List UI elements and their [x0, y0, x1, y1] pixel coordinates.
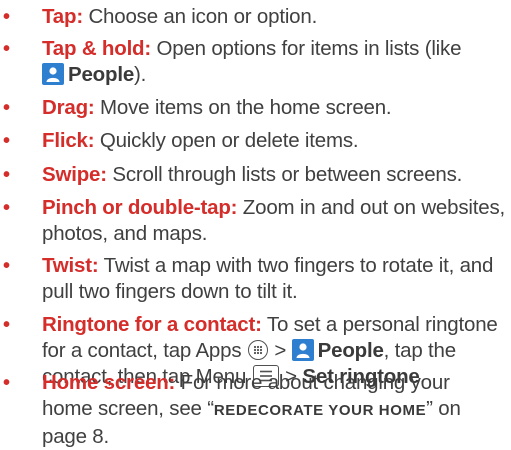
bullet: • — [3, 255, 10, 277]
item-content: Twist: Twist a map with two fingers to r… — [42, 253, 505, 305]
bullet: • — [3, 6, 10, 28]
term-label: Drag: — [42, 96, 95, 119]
item-description: Move items on the home screen. — [94, 96, 392, 119]
item-description-end: ). — [134, 63, 147, 86]
list-item-tap-and-hold: • Tap & hold: Open options for items in … — [0, 36, 505, 88]
people-app-label: People — [68, 63, 135, 86]
list-item-tap: • Tap: Choose an icon or option. — [0, 4, 505, 30]
item-content: Drag: Move items on the home screen. — [42, 95, 505, 121]
term-label: Swipe: — [42, 163, 107, 186]
bullet: • — [3, 164, 10, 186]
item-content: Tap & hold: Open options for items in li… — [42, 36, 505, 88]
term-label: Ringtone for a contact: — [42, 313, 262, 336]
people-app-label: People — [317, 339, 384, 362]
item-content: Tap: Choose an icon or option. — [42, 4, 505, 30]
bullet: • — [3, 197, 10, 219]
section-reference: REDECORATE YOUR HOME — [213, 402, 427, 419]
term-label: Flick: — [42, 129, 95, 152]
item-content: Home screen: For more about changing you… — [42, 370, 505, 450]
apps-icon — [247, 340, 268, 360]
list-item-twist: • Twist: Twist a map with two fingers to… — [0, 253, 505, 305]
term-label: Tap: — [42, 5, 83, 28]
item-content: Flick: Quickly open or delete items. — [42, 128, 505, 154]
item-description: Scroll through lists or between screens. — [106, 163, 463, 186]
item-content: Pinch or double-tap: Zoom in and out on … — [42, 195, 505, 247]
bullet: • — [3, 97, 10, 119]
item-description: Quickly open or delete items. — [94, 129, 359, 152]
list-item-pinch: • Pinch or double-tap: Zoom in and out o… — [0, 195, 505, 247]
bullet: • — [3, 38, 10, 60]
item-description: Twist a map with two fingers to rotate i… — [42, 254, 494, 303]
bullet: • — [3, 130, 10, 152]
people-app-icon — [291, 339, 314, 361]
item-description: Choose an icon or option. — [82, 5, 318, 28]
term-label: Tap & hold: — [42, 37, 152, 60]
list-item-home-screen: • Home screen: For more about changing y… — [0, 370, 505, 450]
term-label: Pinch or double-tap: — [42, 196, 238, 219]
list-item-drag: • Drag: Move items on the home screen. — [0, 95, 505, 121]
bullet: • — [3, 314, 10, 336]
path-separator: > — [268, 339, 292, 362]
item-content: Swipe: Scroll through lists or between s… — [42, 162, 505, 188]
people-app-icon — [42, 63, 64, 85]
term-label: Twist: — [42, 254, 99, 277]
item-description: Open options for items in lists (like — [151, 37, 462, 60]
bullet: • — [3, 372, 10, 394]
list-item-swipe: • Swipe: Scroll through lists or between… — [0, 162, 505, 188]
term-label: Home screen: — [42, 371, 176, 394]
list-item-flick: • Flick: Quickly open or delete items. — [0, 128, 505, 154]
